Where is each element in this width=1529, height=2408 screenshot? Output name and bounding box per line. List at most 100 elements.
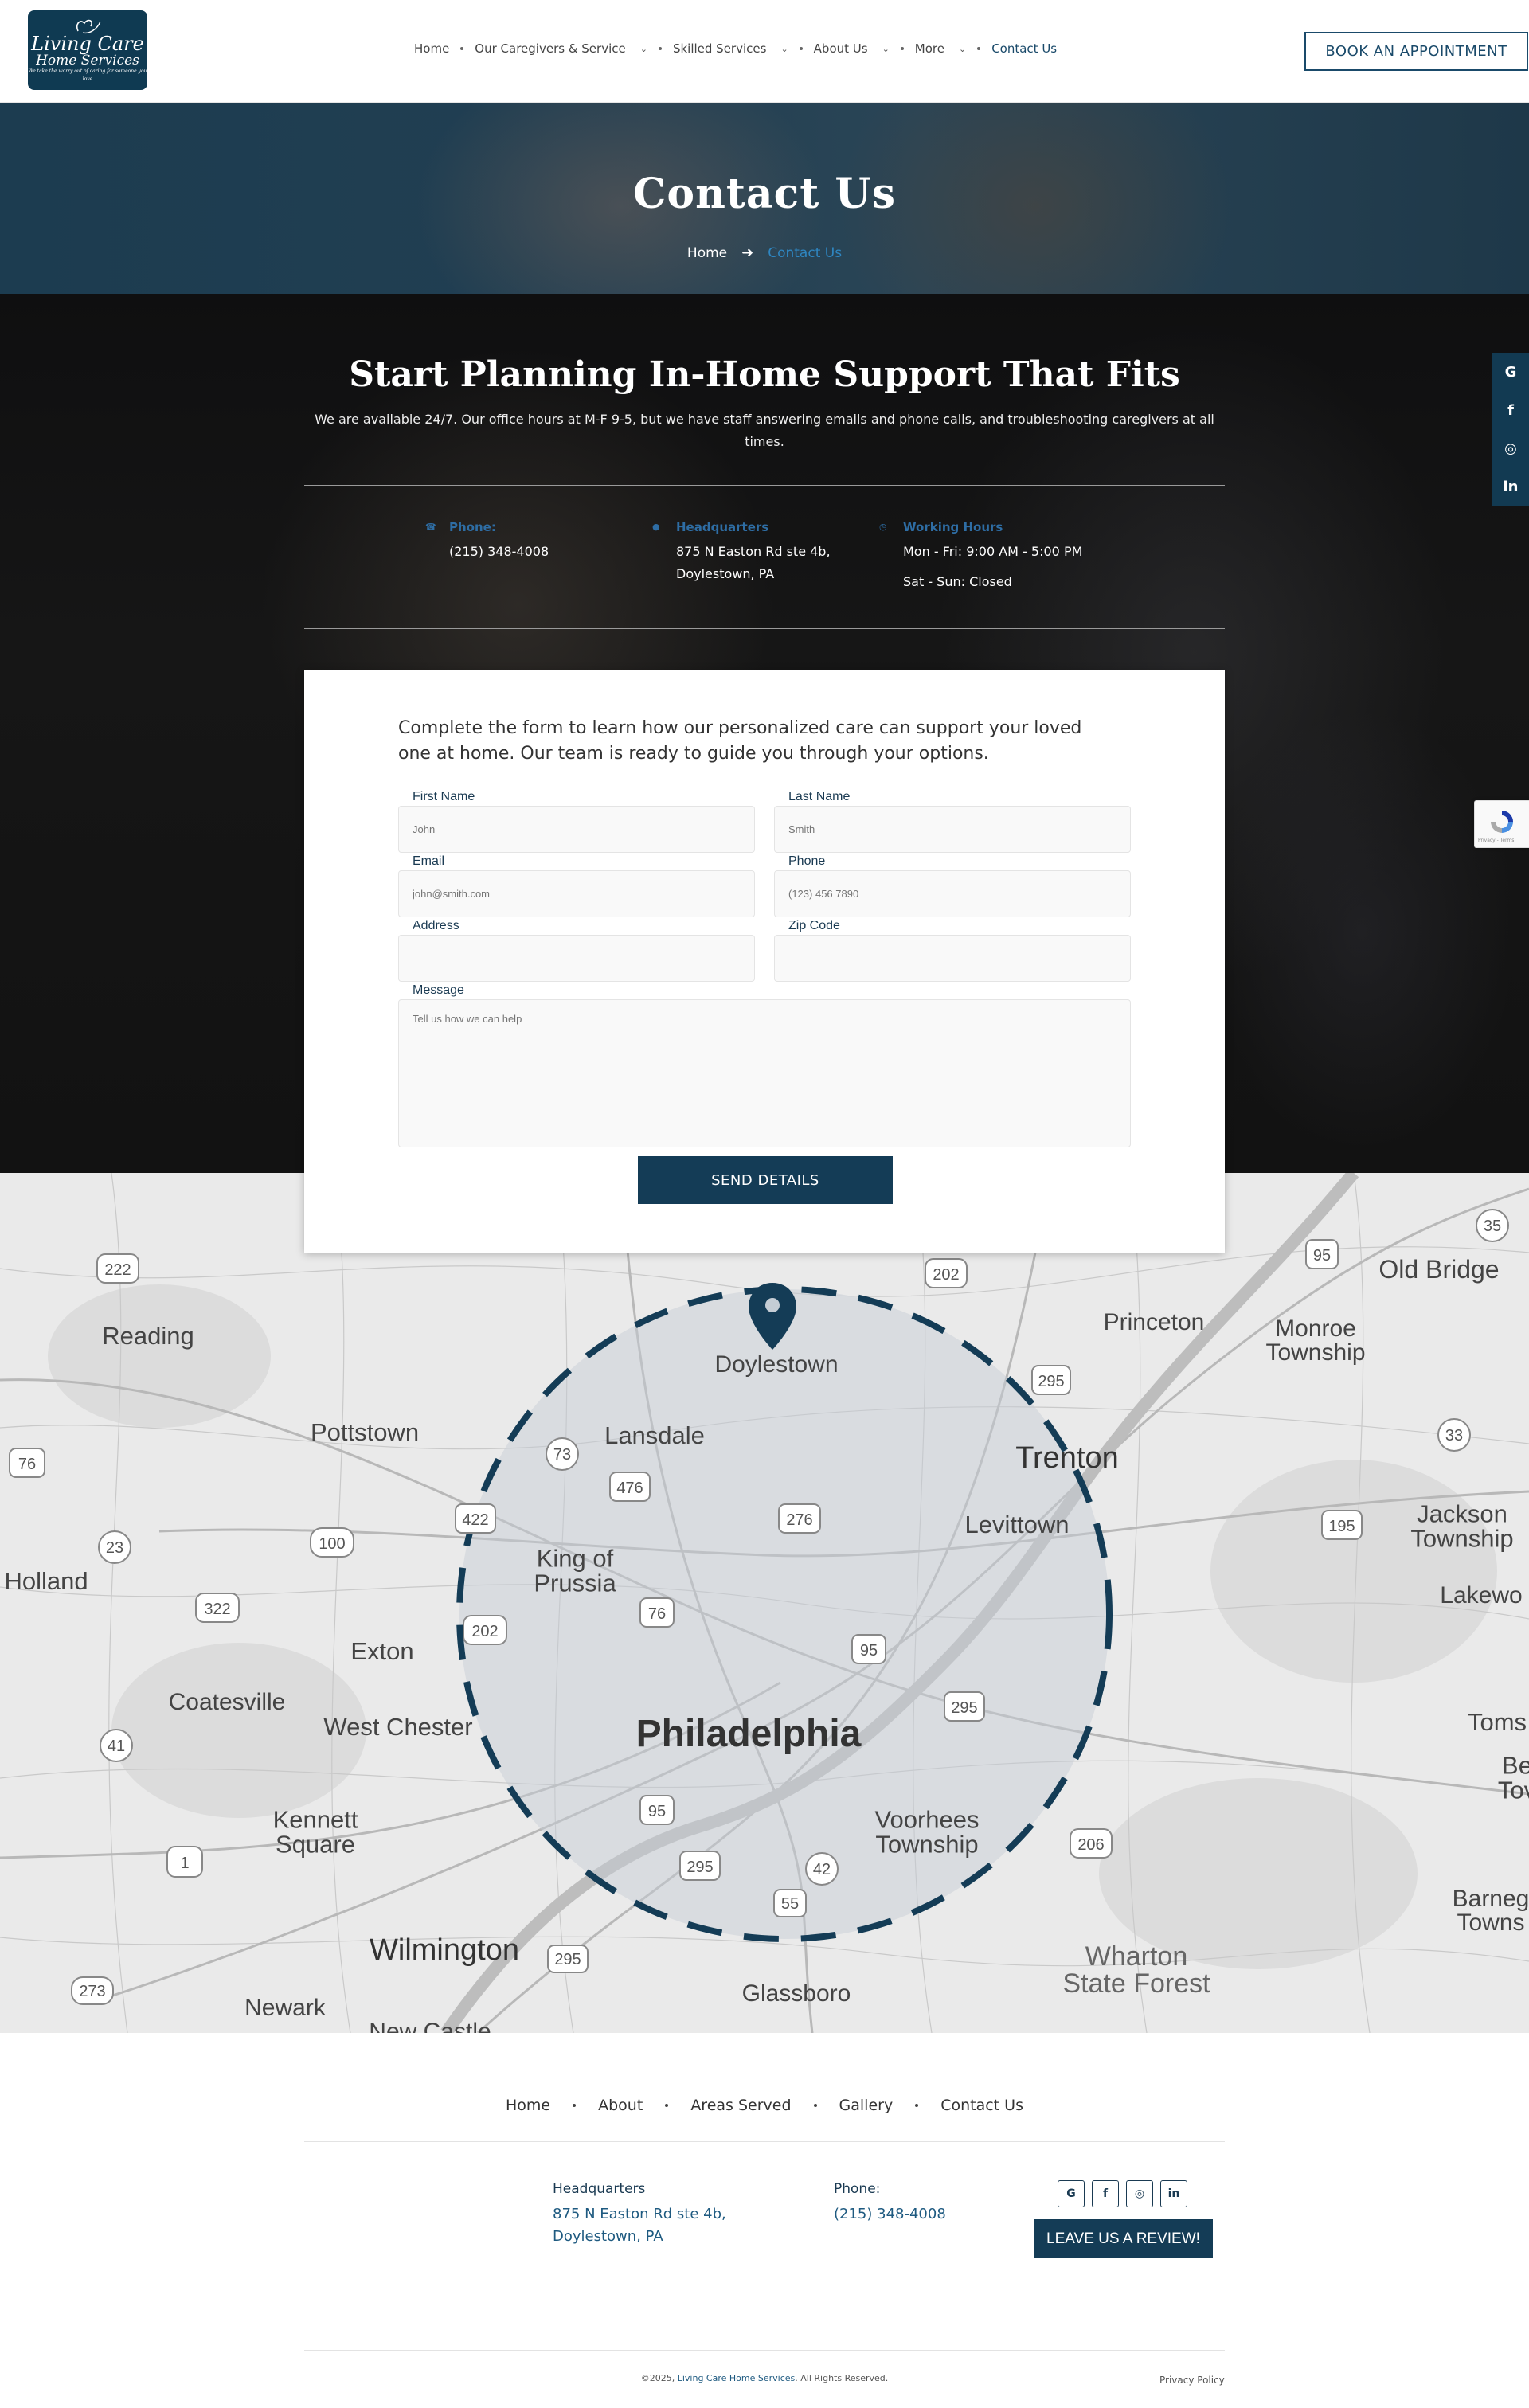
route-shield: 295 xyxy=(1031,1365,1071,1395)
site-footer: Home About Areas Served Gallery Contact … xyxy=(0,2033,1529,2408)
route-number: 95 xyxy=(860,1642,878,1659)
route-shield: 422 xyxy=(455,1503,496,1534)
route-number: 95 xyxy=(1313,1247,1331,1265)
location-pin-icon: ● xyxy=(652,522,660,532)
nav-separator xyxy=(977,47,981,50)
map-label: New Castle xyxy=(369,2019,491,2033)
route-shield: 76 xyxy=(639,1597,675,1628)
hours-weekday: Mon - Fri: 9:00 AM - 5:00 PM xyxy=(903,544,1083,559)
map-label: BeTov xyxy=(1498,1752,1529,1804)
map-label: Kennett Square xyxy=(273,1806,358,1859)
contact-form-card: Complete the form to learn how our perso… xyxy=(304,670,1225,1253)
section-title: Start Planning In-Home Support That Fits xyxy=(349,354,1180,395)
message-textarea[interactable] xyxy=(398,999,1131,1147)
privacy-policy-link[interactable]: Privacy Policy xyxy=(1159,2375,1225,2386)
route-number: 100 xyxy=(319,1535,345,1553)
footer-link-contact-us[interactable]: Contact Us xyxy=(940,2097,1023,2114)
route-number: 322 xyxy=(204,1601,230,1618)
breadcrumb-current: Contact Us xyxy=(768,244,843,261)
linkedin-icon[interactable]: in xyxy=(1492,467,1529,506)
footer-link-home[interactable]: Home xyxy=(506,2097,550,2114)
address-line1: 875 N Easton Rd ste 4b, xyxy=(553,2206,726,2222)
recaptcha-links: Privacy - Terms xyxy=(1478,838,1515,843)
nav-item-contact-us[interactable]: Contact Us xyxy=(991,41,1057,56)
leave-review-button[interactable]: LEAVE US A REVIEW! xyxy=(1034,2219,1213,2258)
logo-tagline: We take the worry out of caring for some… xyxy=(28,68,147,82)
address-line2: Doylestown, PA xyxy=(676,566,775,581)
send-details-button[interactable]: SEND DETAILS xyxy=(638,1156,893,1204)
breadcrumb-home-link[interactable]: Home xyxy=(687,245,727,261)
footer-link-areas-served[interactable]: Areas Served xyxy=(690,2097,791,2114)
route-shield: 35 xyxy=(1476,1209,1509,1242)
email-input[interactable] xyxy=(398,870,755,917)
route-shield: 95 xyxy=(639,1795,675,1825)
main-nav: Home Our Caregivers & Service ⌄ Skilled S… xyxy=(414,41,1057,56)
book-appointment-button[interactable]: BOOK AN APPOINTMENT xyxy=(1304,32,1528,71)
logo[interactable]: Living Care Home Services We take the wo… xyxy=(28,10,147,90)
route-number: 76 xyxy=(18,1456,36,1473)
linkedin-icon[interactable]: in xyxy=(1160,2180,1187,2207)
nav-item-home[interactable]: Home xyxy=(414,41,449,56)
map-label: Levittown xyxy=(965,1511,1070,1538)
route-number: 55 xyxy=(781,1895,799,1913)
route-number: 202 xyxy=(471,1623,498,1640)
nav-item-more[interactable]: More ⌄ xyxy=(915,41,966,56)
facebook-icon[interactable]: f xyxy=(1092,2180,1119,2207)
breadcrumb: Home ➜ Contact Us xyxy=(0,244,1529,261)
service-area-map[interactable]: Doylestown Reading Pottstown Lansdale Tr… xyxy=(0,1173,1529,2033)
logo-line2: Home Services xyxy=(36,53,139,68)
footer-social-icons: G f ◎ in xyxy=(1058,2180,1195,2207)
footer-link-about[interactable]: About xyxy=(598,2097,643,2114)
copyright: ©2025, Living Care Home Services. All Ri… xyxy=(0,2373,1529,2383)
first-name-input[interactable] xyxy=(398,806,755,853)
first-name-label: First Name xyxy=(413,790,475,803)
route-shield: 95 xyxy=(851,1634,886,1664)
map-graphic: Doylestown Reading Pottstown Lansdale Tr… xyxy=(0,1173,1529,2033)
address-input[interactable] xyxy=(398,935,755,982)
zip-code-label: Zip Code xyxy=(788,919,840,932)
map-label: Trenton xyxy=(1015,1441,1119,1475)
phone-number[interactable]: (215) 348-4008 xyxy=(449,541,549,563)
nav-item-caregivers[interactable]: Our Caregivers & Service ⌄ xyxy=(475,41,647,56)
route-shield: 295 xyxy=(944,1691,985,1722)
map-label: Newark xyxy=(244,1995,327,2021)
divider xyxy=(304,2141,1225,2142)
section-subtitle: We are available 24/7. Our office hours … xyxy=(315,412,1214,449)
chevron-down-icon: ⌄ xyxy=(639,43,647,54)
footer-nav: Home About Areas Served Gallery Contact … xyxy=(0,2097,1529,2114)
nav-separator xyxy=(799,47,803,50)
route-shield: 202 xyxy=(463,1615,507,1645)
nav-item-skilled-services[interactable]: Skilled Services ⌄ xyxy=(673,41,788,56)
route-shield: 322 xyxy=(195,1593,240,1623)
divider xyxy=(304,485,1225,486)
recaptcha-badge[interactable]: Privacy - Terms xyxy=(1474,800,1529,848)
chevron-down-icon: ⌄ xyxy=(958,43,967,54)
footer-phone-number[interactable]: (215) 348-4008 xyxy=(834,2203,946,2226)
logo-line1: Living Care xyxy=(31,33,144,55)
zip-code-input[interactable] xyxy=(774,935,1131,982)
phone-input[interactable] xyxy=(774,870,1131,917)
google-icon[interactable]: G xyxy=(1058,2180,1085,2207)
copyright-brand-link[interactable]: Living Care Home Services xyxy=(678,2373,796,2383)
route-number: 295 xyxy=(951,1699,977,1717)
route-shield: 23 xyxy=(98,1530,131,1564)
nav-separator xyxy=(460,47,464,50)
nav-item-about-us[interactable]: About Us ⌄ xyxy=(814,41,890,56)
footer-link-gallery[interactable]: Gallery xyxy=(839,2097,894,2114)
instagram-icon[interactable]: ◎ xyxy=(1492,429,1529,467)
nav-label: Skilled Services xyxy=(672,41,767,56)
route-number: 206 xyxy=(1077,1836,1104,1854)
map-label: Pottstown xyxy=(311,1418,419,1446)
instagram-icon[interactable]: ◎ xyxy=(1126,2180,1153,2207)
headquarters-address: 875 N Easton Rd ste 4b, Doylestown, PA xyxy=(676,541,831,585)
route-shield: 1 xyxy=(166,1846,203,1878)
route-shield: 42 xyxy=(805,1852,839,1886)
nav-separator xyxy=(665,2104,669,2107)
route-number: 76 xyxy=(648,1605,666,1623)
route-number: 23 xyxy=(106,1539,123,1557)
social-sidebar: G f ◎ in xyxy=(1492,353,1529,506)
map-label: West Chester xyxy=(323,1713,472,1741)
last-name-input[interactable] xyxy=(774,806,1131,853)
google-icon[interactable]: G xyxy=(1492,353,1529,391)
facebook-icon[interactable]: f xyxy=(1492,391,1529,429)
